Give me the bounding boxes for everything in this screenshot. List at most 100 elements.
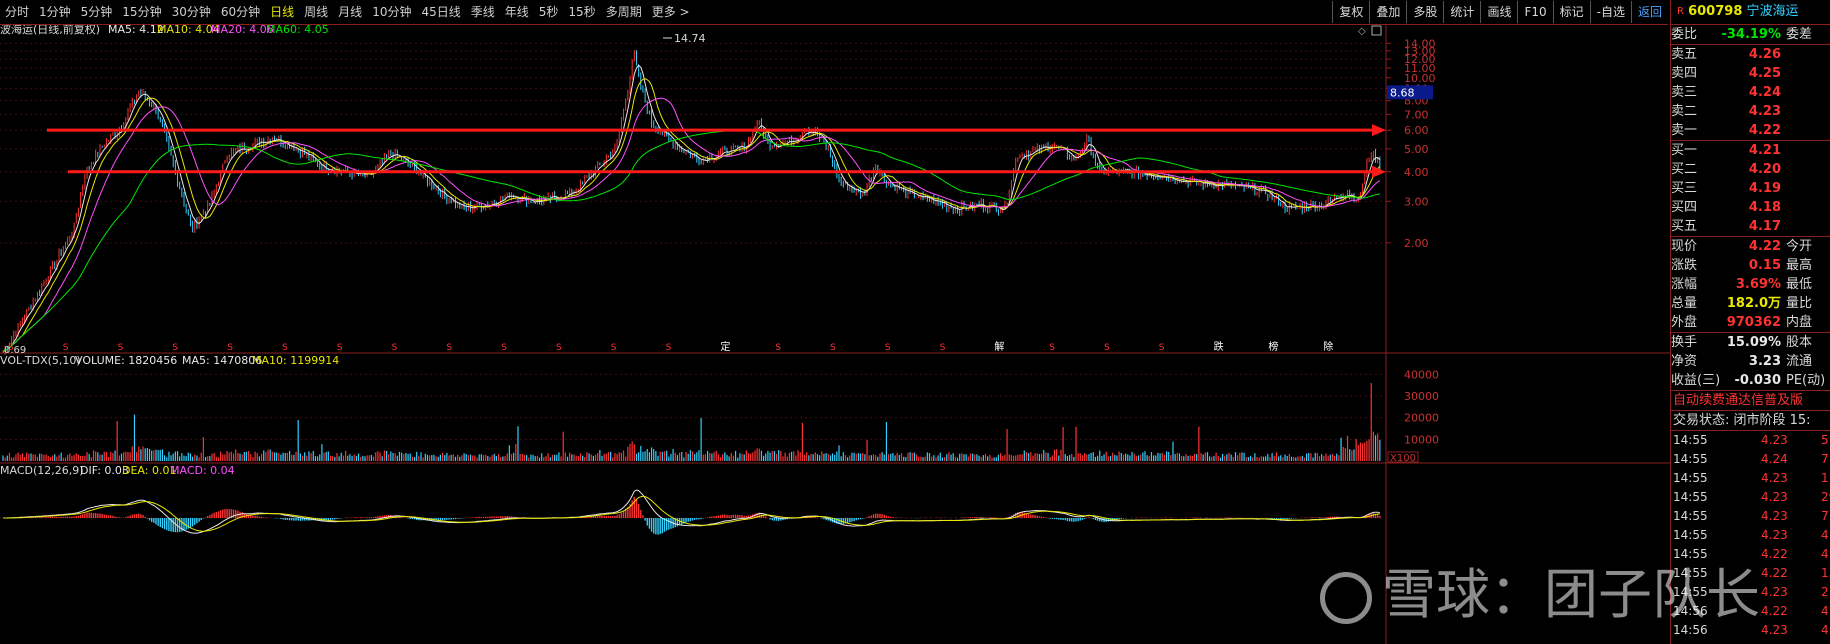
- sell-row-1-value: 4.25: [1748, 66, 1781, 81]
- stat-row-0-right: 今开: [1786, 239, 1813, 254]
- period-tab-9[interactable]: 10分钟: [367, 0, 416, 24]
- buy-row-3-label: 买四: [1671, 200, 1698, 215]
- event-marker-13: 定: [720, 340, 730, 353]
- macd-dif-line: [3, 489, 1380, 534]
- period-tab-6[interactable]: 日线: [265, 0, 299, 24]
- tick-volume: 13: [1821, 566, 1830, 580]
- indicator-ma5: MA5: 4.12: [108, 25, 164, 36]
- sell-row-4-label: 卖一: [1671, 123, 1698, 138]
- weicha-label: 委差: [1786, 27, 1813, 42]
- period-tab-14[interactable]: 15秒: [563, 0, 600, 24]
- tick-row-5: 14:55 4.23 4: [1671, 526, 1830, 545]
- buy-row-2: 买三 4.19: [1671, 179, 1830, 198]
- tick-volume: 4: [1821, 547, 1829, 561]
- period-tab-10[interactable]: 45日线: [416, 0, 465, 24]
- stock-header[interactable]: R 600798 宁波海运: [1671, 0, 1830, 25]
- tick-volume: 11: [1821, 471, 1830, 485]
- event-marker-15: S: [830, 343, 836, 353]
- event-marker-11: S: [611, 343, 617, 353]
- sell-row-0-value: 4.26: [1748, 47, 1781, 62]
- stat-row-3-right: 量比: [1786, 296, 1813, 311]
- event-marker-18: 解: [994, 340, 1004, 353]
- buy-row-2-label: 买三: [1671, 181, 1698, 196]
- period-tab-8[interactable]: 月线: [333, 0, 367, 24]
- period-tab-13[interactable]: 5秒: [534, 0, 564, 24]
- period-tab-5[interactable]: 60分钟: [216, 0, 265, 24]
- event-marker-8: S: [446, 343, 452, 353]
- tool-button-0[interactable]: 复权: [1332, 1, 1369, 23]
- period-tab-0[interactable]: 分时: [0, 0, 34, 24]
- event-marker-20: S: [1104, 343, 1110, 353]
- sell-row-2: 卖三 4.24: [1671, 83, 1830, 102]
- y-tick-label-10: 4.00: [1404, 166, 1429, 179]
- tick-time: 14:55: [1673, 528, 1708, 542]
- tool-button-2[interactable]: 多股: [1406, 1, 1443, 23]
- period-tab-7[interactable]: 周线: [299, 0, 333, 24]
- stat-row-1-label: 涨跌: [1671, 258, 1698, 273]
- period-tab-3[interactable]: 15分钟: [117, 0, 166, 24]
- tick-volume: 7: [1821, 452, 1829, 466]
- indicator-ma60: MA60: 4.05: [266, 25, 329, 36]
- tool-button-5[interactable]: F10: [1517, 1, 1552, 23]
- macd-dea: DEA: 0.01: [122, 464, 176, 477]
- tick-time: 14:55: [1673, 490, 1708, 504]
- volume-unit: X100: [1390, 453, 1416, 464]
- vol-tick-1: 30000: [1404, 390, 1439, 403]
- sell-book: 卖五 4.26 卖四 4.25 卖三 4.24 卖二 4.23 卖一 4.22: [1671, 44, 1830, 140]
- tool-button-7[interactable]: -自选: [1589, 1, 1631, 23]
- vol-tick-0: 40000: [1404, 368, 1439, 381]
- event-marker-7: S: [392, 343, 398, 353]
- y-tick-label-8: 6.00: [1404, 124, 1429, 137]
- stat-row-2-right: 最低: [1786, 277, 1813, 292]
- tick-volume: 2: [1821, 585, 1829, 599]
- ma-line-5: [2, 64, 1381, 353]
- stat-row-3-value: 182.0万: [1726, 296, 1781, 311]
- tool-button-4[interactable]: 画线: [1480, 1, 1517, 23]
- period-tab-11[interactable]: 季线: [466, 0, 500, 24]
- tool-button-1[interactable]: 叠加: [1369, 1, 1406, 23]
- tool-button-8[interactable]: 返回: [1630, 1, 1668, 23]
- stat2-row-1-value: 3.23: [1748, 354, 1781, 369]
- tick-price: 4.23: [1761, 509, 1788, 523]
- stat-row-2-value: 3.69%: [1735, 277, 1781, 292]
- indicator-ma20: MA20: 4.06: [211, 25, 274, 36]
- cursor-price-label: 8.68: [1390, 86, 1415, 99]
- event-marker-2: S: [118, 343, 124, 353]
- event-marker-10: S: [556, 343, 562, 353]
- period-tab-16[interactable]: 更多 >: [647, 0, 695, 24]
- watermark-text: 雪球：团子队长: [1382, 563, 1760, 626]
- buy-row-0-label: 买一: [1671, 143, 1698, 158]
- tick-time: 14:55: [1673, 509, 1708, 523]
- tick-time: 14:55: [1673, 471, 1708, 485]
- tick-row-3: 14:55 4.23 29: [1671, 488, 1830, 507]
- period-tab-15[interactable]: 多周期: [601, 0, 647, 24]
- ma-line-20: [2, 97, 1381, 353]
- watermark: 雪球：团子队长: [1320, 550, 1760, 629]
- tool-button-6[interactable]: 标记: [1552, 1, 1590, 23]
- stat2-row-0-value: 15.09%: [1726, 335, 1781, 350]
- stat-row-4-label: 外盘: [1671, 315, 1698, 330]
- y-tick-label-7: 7.00: [1404, 108, 1429, 121]
- period-tab-4[interactable]: 30分钟: [167, 0, 216, 24]
- tool-button-3[interactable]: 统计: [1443, 1, 1480, 23]
- buy-row-3: 买四 4.18: [1671, 198, 1830, 217]
- sell-row-0: 卖五 4.26: [1671, 45, 1830, 64]
- tick-row-2: 14:55 4.23 11: [1671, 469, 1830, 488]
- period-tab-1[interactable]: 1分钟: [34, 0, 76, 24]
- period-tab-12[interactable]: 年线: [500, 0, 534, 24]
- tick-volume: 7: [1821, 509, 1829, 523]
- buy-row-1-label: 买二: [1671, 162, 1698, 177]
- stat2-row-1-right: 流通: [1786, 354, 1813, 369]
- period-tab-2[interactable]: 5分钟: [76, 0, 118, 24]
- buy-row-4-label: 买五: [1671, 219, 1698, 234]
- event-marker-6: S: [337, 343, 343, 353]
- buy-row-2-value: 4.19: [1748, 181, 1781, 196]
- y-tick-label-12: 2.00: [1404, 237, 1429, 250]
- volume-ma5: MA5: 1470806: [182, 354, 262, 367]
- buy-row-0: 买一 4.21: [1671, 141, 1830, 160]
- promo-banner[interactable]: 自动续费通达信普及版: [1671, 390, 1830, 410]
- volume-value: VOLUME: 1820456: [75, 354, 177, 367]
- event-marker-1: S: [63, 343, 69, 353]
- event-marker-24: 除: [1323, 340, 1333, 353]
- buy-row-3-value: 4.18: [1748, 200, 1781, 215]
